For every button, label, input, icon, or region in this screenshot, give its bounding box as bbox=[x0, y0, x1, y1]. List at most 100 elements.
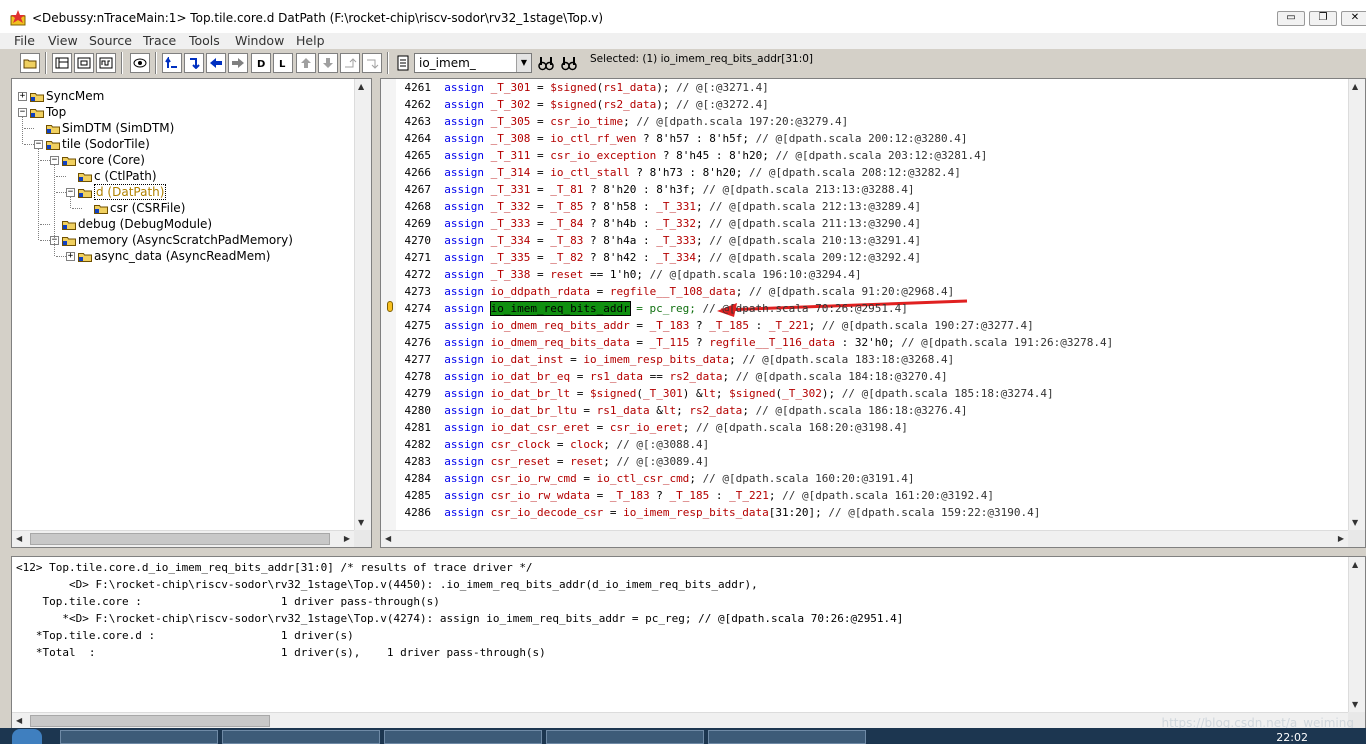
signal-name-combo[interactable]: io_imem_ ▼ bbox=[414, 53, 532, 73]
scroll-right-icon[interactable]: ▶ bbox=[344, 534, 350, 543]
code-line[interactable]: 4283 assign csr_reset = reset; // @[:@30… bbox=[401, 453, 710, 470]
code-horizontal-scrollbar[interactable]: ◀ ▶ bbox=[381, 530, 1348, 547]
menu-view[interactable]: View bbox=[48, 33, 78, 49]
code-line[interactable]: 4263 assign _T_305 = csr_io_time; // @[d… bbox=[401, 113, 849, 130]
hierarchy-item[interactable]: Top bbox=[46, 104, 66, 120]
step-in-icon[interactable] bbox=[340, 53, 360, 73]
back-arrow-icon[interactable] bbox=[206, 53, 226, 73]
chevron-down-icon[interactable]: ▼ bbox=[516, 54, 531, 72]
code-line[interactable]: 4281 assign io_dat_csr_eret = csr_io_ere… bbox=[401, 419, 908, 436]
code-vertical-scrollbar[interactable]: ▲ ▼ bbox=[1348, 79, 1365, 530]
hierarchy-item[interactable]: c (CtlPath) bbox=[94, 168, 157, 184]
trace-message-line[interactable]: <D> F:\rocket-chip\riscv-sodor\rv32_1sta… bbox=[16, 576, 758, 593]
hierarchy-item[interactable]: async_data (AsyncReadMem) bbox=[94, 248, 270, 264]
trace-message-line[interactable]: <12> Top.tile.core.d_io_imem_req_bits_ad… bbox=[16, 559, 533, 576]
menu-tools[interactable]: Tools bbox=[189, 33, 220, 49]
code-line[interactable]: 4262 assign _T_302 = $signed(rs2_data); … bbox=[401, 96, 769, 113]
hierarchy-item[interactable]: csr (CSRFile) bbox=[110, 200, 185, 216]
start-orb-icon[interactable] bbox=[12, 729, 42, 744]
driver-d-icon[interactable]: D bbox=[251, 53, 271, 73]
code-line[interactable]: 4265 assign _T_311 = csr_io_exception ? … bbox=[401, 147, 988, 164]
hierarchy-item[interactable]: core (Core) bbox=[78, 152, 145, 168]
code-line[interactable]: 4282 assign csr_clock = clock; // @[:@30… bbox=[401, 436, 710, 453]
menu-file[interactable]: File bbox=[14, 33, 35, 49]
hierarchy-item[interactable]: SimDTM (SimDTM) bbox=[62, 120, 174, 136]
code-line[interactable]: 4269 assign _T_333 = _T_84 ? 8'h4b : _T_… bbox=[401, 215, 922, 232]
code-line[interactable]: 4286 assign csr_io_decode_csr = io_imem_… bbox=[401, 504, 1041, 521]
taskbar-app-button[interactable] bbox=[384, 730, 542, 744]
scroll-left-icon[interactable]: ◀ bbox=[16, 716, 22, 725]
code-line[interactable]: 4279 assign io_dat_br_lt = $signed(_T_30… bbox=[401, 385, 1054, 402]
menu-source[interactable]: Source bbox=[89, 33, 132, 49]
scroll-up-icon[interactable]: ▲ bbox=[358, 82, 364, 91]
code-line[interactable]: 4268 assign _T_332 = _T_85 ? 8'h58 : _T_… bbox=[401, 198, 922, 215]
trace-load-icon[interactable] bbox=[184, 53, 204, 73]
menu-window[interactable]: Window bbox=[235, 33, 284, 49]
scroll-down-icon[interactable]: ▼ bbox=[1352, 518, 1358, 527]
code-line[interactable]: 4264 assign _T_308 = io_ctl_rf_wen ? 8'h… bbox=[401, 130, 968, 147]
trace-message-line[interactable]: *Total : 1 driver(s), 1 driver pass-thro… bbox=[16, 644, 546, 661]
forward-arrow-icon[interactable] bbox=[228, 53, 248, 73]
code-line[interactable]: 4285 assign csr_io_rw_wdata = _T_183 ? _… bbox=[401, 487, 995, 504]
code-line[interactable]: 4275 assign io_dmem_req_bits_addr = _T_1… bbox=[401, 317, 1034, 334]
code-line[interactable]: 4277 assign io_dat_inst = io_imem_resp_b… bbox=[401, 351, 955, 368]
code-line[interactable]: 4272 assign _T_338 = reset == 1'h0; // @… bbox=[401, 266, 862, 283]
horizontal-scroll-thumb[interactable] bbox=[30, 533, 330, 545]
hierarchy-item[interactable]: SyncMem bbox=[46, 88, 104, 104]
hierarchy-view-icon[interactable] bbox=[52, 53, 72, 73]
scroll-left-icon[interactable]: ◀ bbox=[385, 534, 391, 543]
hierarchy-item[interactable]: tile (SodorTile) bbox=[62, 136, 150, 152]
expand-icon[interactable]: + bbox=[66, 252, 75, 261]
trace-message-text[interactable]: <12> Top.tile.core.d_io_imem_req_bits_ad… bbox=[12, 557, 1348, 712]
scroll-up-icon[interactable]: ▲ bbox=[1352, 82, 1358, 91]
taskbar-app-button[interactable] bbox=[60, 730, 218, 744]
code-line[interactable]: 4280 assign io_dat_br_ltu = rs1_data &lt… bbox=[401, 402, 968, 419]
up-arrow-icon[interactable] bbox=[296, 53, 316, 73]
expand-icon[interactable]: + bbox=[18, 92, 27, 101]
message-vertical-scrollbar[interactable]: ▲ ▼ bbox=[1348, 557, 1365, 712]
code-line[interactable]: 4266 assign _T_314 = io_ctl_stall ? 8'h7… bbox=[401, 164, 961, 181]
source-code-pane[interactable]: 4261 assign _T_301 = $signed(rs1_data); … bbox=[380, 78, 1366, 548]
scroll-up-icon[interactable]: ▲ bbox=[1352, 560, 1358, 569]
trace-message-line[interactable]: Top.tile.core : 1 driver pass-through(s) bbox=[16, 593, 439, 610]
hierarchy-item[interactable]: debug (DebugModule) bbox=[78, 216, 212, 232]
scroll-left-icon[interactable]: ◀ bbox=[16, 534, 22, 543]
code-line[interactable]: 4284 assign csr_io_rw_cmd = io_ctl_csr_c… bbox=[401, 470, 915, 487]
horizontal-scroll-thumb[interactable] bbox=[30, 715, 270, 727]
waveform-view-icon[interactable] bbox=[96, 53, 116, 73]
code-line[interactable]: 4271 assign _T_335 = _T_82 ? 8'h42 : _T_… bbox=[401, 249, 922, 266]
hierarchy-horizontal-scrollbar[interactable]: ◀ ▶ bbox=[12, 530, 354, 547]
scroll-down-icon[interactable]: ▼ bbox=[358, 518, 364, 527]
find-next-binoculars-icon[interactable] bbox=[561, 55, 577, 71]
taskbar-app-button[interactable] bbox=[222, 730, 380, 744]
find-binoculars-icon[interactable] bbox=[538, 55, 554, 71]
code-line[interactable]: 4270 assign _T_334 = _T_83 ? 8'h4a : _T_… bbox=[401, 232, 922, 249]
code-line[interactable]: 4278 assign io_dat_br_eq = rs1_data == r… bbox=[401, 368, 948, 385]
trace-message-line[interactable]: *<D> F:\rocket-chip\riscv-sodor\rv32_1st… bbox=[16, 610, 903, 627]
code-line[interactable]: 4261 assign _T_301 = $signed(rs1_data); … bbox=[401, 79, 769, 96]
code-line[interactable]: 4274 assign io_imem_req_bits_addr = pc_r… bbox=[401, 300, 908, 317]
hierarchy-item[interactable]: d (DatPath) bbox=[94, 184, 167, 200]
close-button[interactable]: ✕ bbox=[1341, 11, 1366, 26]
down-arrow-icon[interactable] bbox=[318, 53, 338, 73]
open-file-icon[interactable] bbox=[20, 53, 40, 73]
code-line[interactable]: 4276 assign io_dmem_req_bits_data = _T_1… bbox=[401, 334, 1114, 351]
load-l-icon[interactable]: L bbox=[273, 53, 293, 73]
menu-trace[interactable]: Trace bbox=[143, 33, 176, 49]
step-out-icon[interactable] bbox=[362, 53, 382, 73]
trace-driver-icon[interactable] bbox=[162, 53, 182, 73]
hierarchy-tree-pane[interactable]: + SyncMem − Top SimDTM (SimDTM) − tile (SodorT… bbox=[11, 78, 372, 548]
scroll-down-icon[interactable]: ▼ bbox=[1352, 700, 1358, 709]
code-line[interactable]: 4267 assign _T_331 = _T_81 ? 8'h20 : 8'h… bbox=[401, 181, 915, 198]
maximize-button[interactable]: ❐ bbox=[1309, 11, 1337, 26]
code-line[interactable]: 4273 assign io_ddpath_rdata = regfile__T… bbox=[401, 283, 955, 300]
source-code-view[interactable]: 4261 assign _T_301 = $signed(rs1_data); … bbox=[381, 79, 1348, 530]
message-horizontal-scrollbar[interactable]: ◀ bbox=[12, 712, 1348, 729]
trace-message-line[interactable]: *Top.tile.core.d : 1 driver(s) bbox=[16, 627, 354, 644]
menu-help[interactable]: Help bbox=[296, 33, 325, 49]
trace-message-pane[interactable]: <12> Top.tile.core.d_io_imem_req_bits_ad… bbox=[11, 556, 1366, 730]
taskbar-app-button[interactable] bbox=[708, 730, 866, 744]
minimize-button[interactable]: ▭ bbox=[1277, 11, 1305, 26]
hierarchy-item[interactable]: memory (AsyncScratchPadMemory) bbox=[78, 232, 293, 248]
scroll-right-icon[interactable]: ▶ bbox=[1338, 534, 1344, 543]
